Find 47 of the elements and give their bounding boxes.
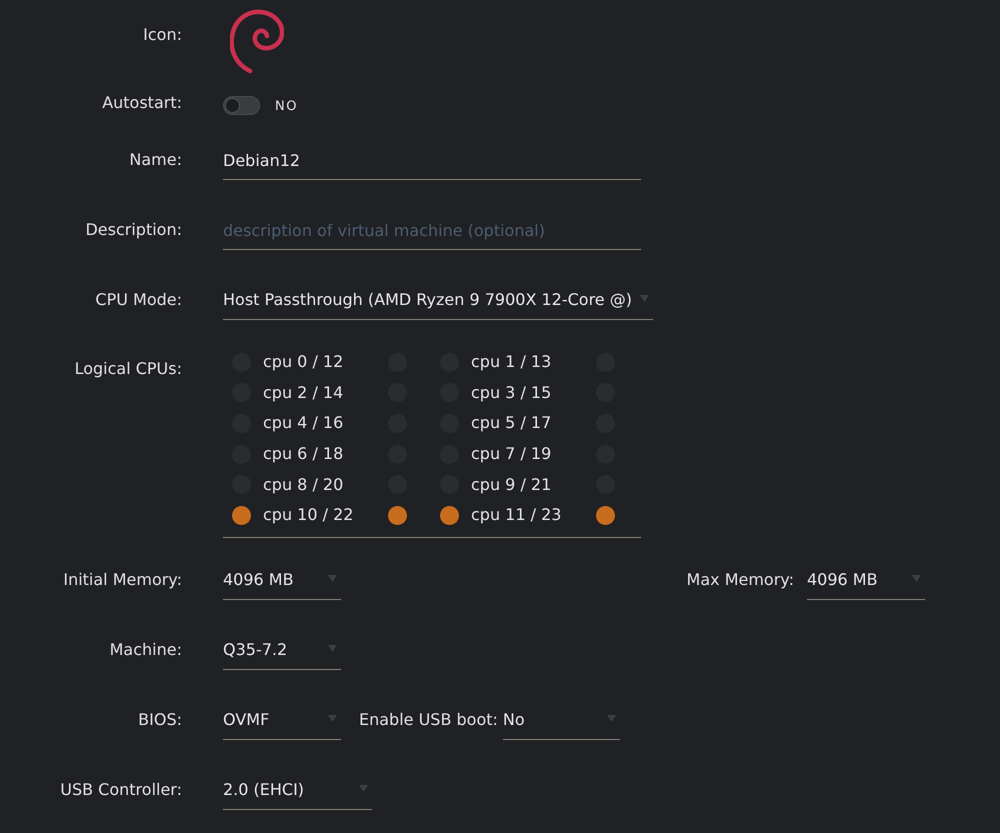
cpu-pair-label: cpu 2 / 14 <box>263 382 344 403</box>
caret-icon <box>606 714 616 722</box>
machine-label: Machine: <box>110 638 182 660</box>
cpu-mode-label: CPU Mode: <box>95 289 182 310</box>
cpu-pair-label: cpu 9 / 21 <box>471 474 552 495</box>
name-input[interactable]: Debian12 <box>223 144 641 180</box>
max-memory-label: Max Memory: <box>686 568 794 590</box>
description-input[interactable]: description of virtual machine (optional) <box>223 214 641 250</box>
cpu-pair-label: cpu 6 / 18 <box>263 444 344 464</box>
caret-icon <box>640 295 649 302</box>
cpu-checkbox[interactable] <box>440 506 459 525</box>
usb-boot-select[interactable]: No <box>502 704 620 740</box>
caret-icon <box>328 714 337 722</box>
logical-cpus-label: Logical CPUs: <box>74 358 182 379</box>
cpu-checkbox[interactable] <box>388 506 407 525</box>
cpu-pair-label: cpu 11 / 23 <box>471 505 562 526</box>
cpu-pair-label: cpu 5 / 17 <box>471 413 552 434</box>
cpu-pair-label: cpu 8 / 20 <box>263 474 344 495</box>
initial-memory-label: Initial Memory: <box>63 568 182 590</box>
cpu-checkbox[interactable] <box>232 506 251 525</box>
cpu-mode-select[interactable]: Host Passthrough (AMD Ryzen 9 7900X 12-Core @) <box>223 284 653 320</box>
bios-label: BIOS: <box>138 708 182 730</box>
cpu-pair-label: cpu 3 / 15 <box>471 382 552 403</box>
icon-label: Icon: <box>143 25 182 45</box>
cpu-pair-label: cpu 0 / 12 <box>263 352 344 372</box>
toggle-state-text: NO <box>275 98 298 116</box>
bios-select[interactable]: OVMF <box>223 704 341 740</box>
autostart-label: Autostart: <box>102 92 182 114</box>
caret-icon <box>359 784 368 792</box>
cpu-checkbox[interactable] <box>596 506 615 525</box>
initial-memory-select[interactable]: 4096 MB <box>223 564 341 600</box>
cpu-pair-label: cpu 1 / 13 <box>471 352 552 372</box>
cpu-pair-label: cpu 4 / 16 <box>263 413 344 434</box>
max-memory-select[interactable]: 4096 MB <box>807 564 925 600</box>
machine-select[interactable]: Q35-7.2 <box>223 634 341 670</box>
usb-boot-label: Enable USB boot: <box>359 708 498 730</box>
cpu-pair-label: cpu 7 / 19 <box>471 444 552 464</box>
autostart-toggle[interactable] <box>223 96 260 114</box>
spiral-logo-icon <box>230 8 284 74</box>
caret-icon <box>912 574 921 582</box>
caret-icon <box>328 574 337 582</box>
name-label: Name: <box>129 149 182 170</box>
caret-icon <box>328 644 337 652</box>
cpu-pair-label: cpu 10 / 22 <box>263 505 354 526</box>
usb-controller-select[interactable]: 2.0 (EHCI) <box>223 774 372 810</box>
usb-controller-label: USB Controller: <box>60 778 182 800</box>
description-label: Description: <box>85 219 182 240</box>
